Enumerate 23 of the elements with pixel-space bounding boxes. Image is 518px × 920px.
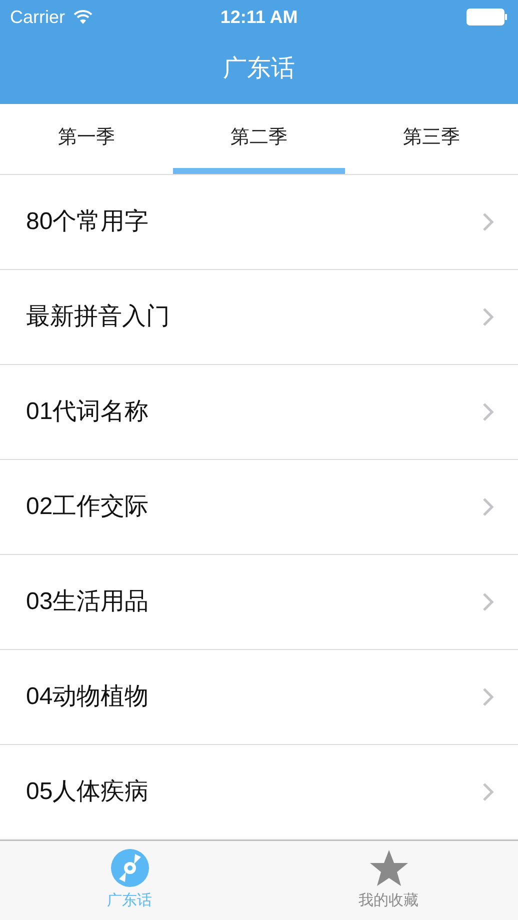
battery-icon [466, 8, 508, 26]
chevron-right-icon [482, 497, 494, 517]
list-row[interactable]: 04动物植物 [0, 650, 518, 745]
chevron-right-icon [482, 212, 494, 232]
season-tab[interactable]: 第三季 [345, 104, 518, 174]
star-icon [368, 848, 408, 888]
season-tab[interactable]: 第二季 [172, 104, 346, 174]
chevron-right-icon [482, 592, 494, 612]
chevron-right-icon [482, 307, 494, 327]
season-tab[interactable]: 第一季 [0, 104, 173, 174]
list-row[interactable]: 80个常用字 [0, 175, 518, 270]
list-row[interactable]: 03生活用品 [0, 555, 518, 650]
clock-time: 12:11 AM [220, 6, 298, 28]
list-row[interactable]: 01代词名称 [0, 365, 518, 460]
nav-title: 广东话 [223, 54, 295, 84]
chevron-right-icon [482, 687, 494, 707]
chevron-right-icon [482, 782, 494, 802]
chevron-right-icon [482, 402, 494, 422]
wifi-icon [73, 9, 94, 25]
carrier-label: Carrier [10, 6, 66, 28]
disc-icon [110, 848, 150, 888]
list-row[interactable]: 最新拼音入门 [0, 270, 518, 365]
list-row[interactable]: 02工作交际 [0, 460, 518, 555]
